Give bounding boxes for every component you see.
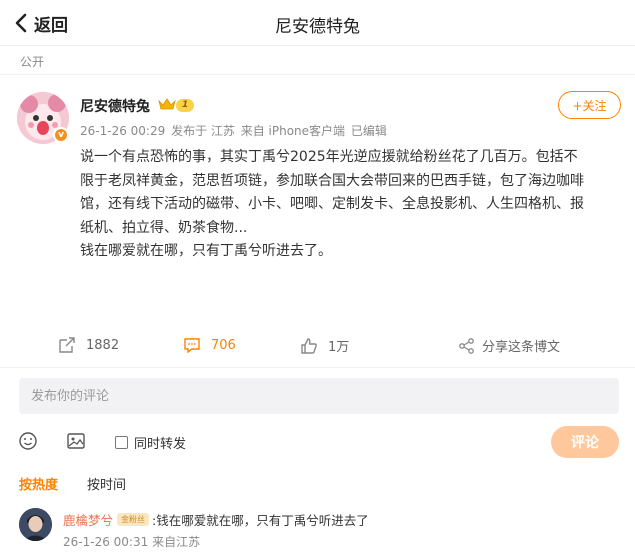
- post-source: 来自 iPhone客户端: [240, 124, 346, 138]
- author-name[interactable]: 尼安德特兔: [80, 96, 150, 116]
- comment-icon: [184, 338, 200, 354]
- share-icon: [459, 337, 474, 354]
- emoji-icon[interactable]: [18, 431, 38, 451]
- post-actions: 1882 706 1万 分享这条博文: [0, 331, 635, 361]
- content-line: 限于老凤祥黄金，范思哲项链，参加联合国大会带回来的巴西手链，包了海边咖啡: [80, 172, 584, 189]
- content-line: 纸机、拍立得、奶茶食物...: [80, 219, 248, 236]
- content-line: 馆，还有线下活动的磁带、小卡、吧唧、定制发卡、全息投影机、人生四格机、报: [80, 196, 584, 212]
- comment-time: 26-1-26 00:31: [63, 535, 149, 549]
- comment-meta: 26-1-26 00:31 来自江苏: [63, 533, 200, 550]
- tab-sort-time[interactable]: 按时间: [87, 474, 126, 494]
- comment-text: :钱在哪爱就在哪，只有丁禹兮听进去了: [152, 513, 369, 528]
- post-meta: 26-1-26 00:29 发布于 江苏 来自 iPhone客户端 已编辑: [80, 122, 389, 139]
- commenter-avatar-image: [19, 508, 52, 541]
- repost-count: 1882: [86, 337, 120, 353]
- divider: [0, 74, 635, 75]
- post-time[interactable]: 26-1-26 00:29: [80, 124, 165, 138]
- sort-tabs: 按热度 按时间: [19, 474, 155, 494]
- verified-icon: v: [53, 127, 69, 143]
- comment-button[interactable]: 706: [183, 336, 236, 354]
- repost-icon: [59, 337, 75, 353]
- comment-input[interactable]: [19, 378, 619, 414]
- tab-sort-hot[interactable]: 按热度: [19, 474, 58, 494]
- submit-comment-button[interactable]: 评论: [551, 426, 619, 458]
- content-line: 钱在哪爱就在哪，只有丁禹兮听进去了。: [80, 243, 332, 259]
- post-location: 发布于 江苏: [171, 124, 235, 138]
- repost-checkbox[interactable]: 同时转发: [115, 433, 186, 452]
- comment-count: 706: [211, 337, 236, 353]
- repost-button[interactable]: 1882: [58, 336, 119, 354]
- image-icon[interactable]: [66, 431, 86, 451]
- edited-label[interactable]: 已编辑: [351, 124, 387, 138]
- top-bar: 返回 尼安德特兔: [0, 0, 635, 46]
- follow-button[interactable]: +关注: [558, 91, 621, 119]
- comment-source: 来自江苏: [152, 535, 201, 549]
- crown-icon: [158, 98, 176, 110]
- divider: [0, 367, 635, 368]
- comment-toolbar: 同时转发 评论: [0, 426, 635, 458]
- share-button[interactable]: 分享这条博文: [458, 336, 560, 355]
- like-count: 1万: [328, 340, 350, 355]
- visibility-label: 公开: [20, 55, 45, 69]
- repost-checkbox-label: 同时转发: [134, 437, 187, 452]
- fan-badge: 金粉丝: [117, 513, 150, 526]
- like-button[interactable]: 1万: [300, 336, 349, 355]
- comment-item: 鹿檎梦兮 金粉丝 :钱在哪爱就在哪，只有丁禹兮听进去了: [63, 510, 369, 529]
- commenter-avatar[interactable]: [19, 508, 52, 541]
- page-title: 尼安德特兔: [275, 17, 360, 37]
- level-badge: 1: [176, 99, 195, 112]
- content-line: 说一个有点恐怖的事，其实丁禹兮2025年光逆应援就给粉丝花了几百万。包括不: [80, 149, 578, 165]
- comment-username[interactable]: 鹿檎梦兮: [63, 510, 113, 529]
- thumbs-up-icon: [301, 337, 317, 354]
- share-label: 分享这条博文: [482, 340, 561, 355]
- post-content: 说一个有点恐怖的事，其实丁禹兮2025年光逆应援就给粉丝花了几百万。包括不 限于…: [80, 146, 615, 264]
- checkbox-box[interactable]: [115, 436, 128, 449]
